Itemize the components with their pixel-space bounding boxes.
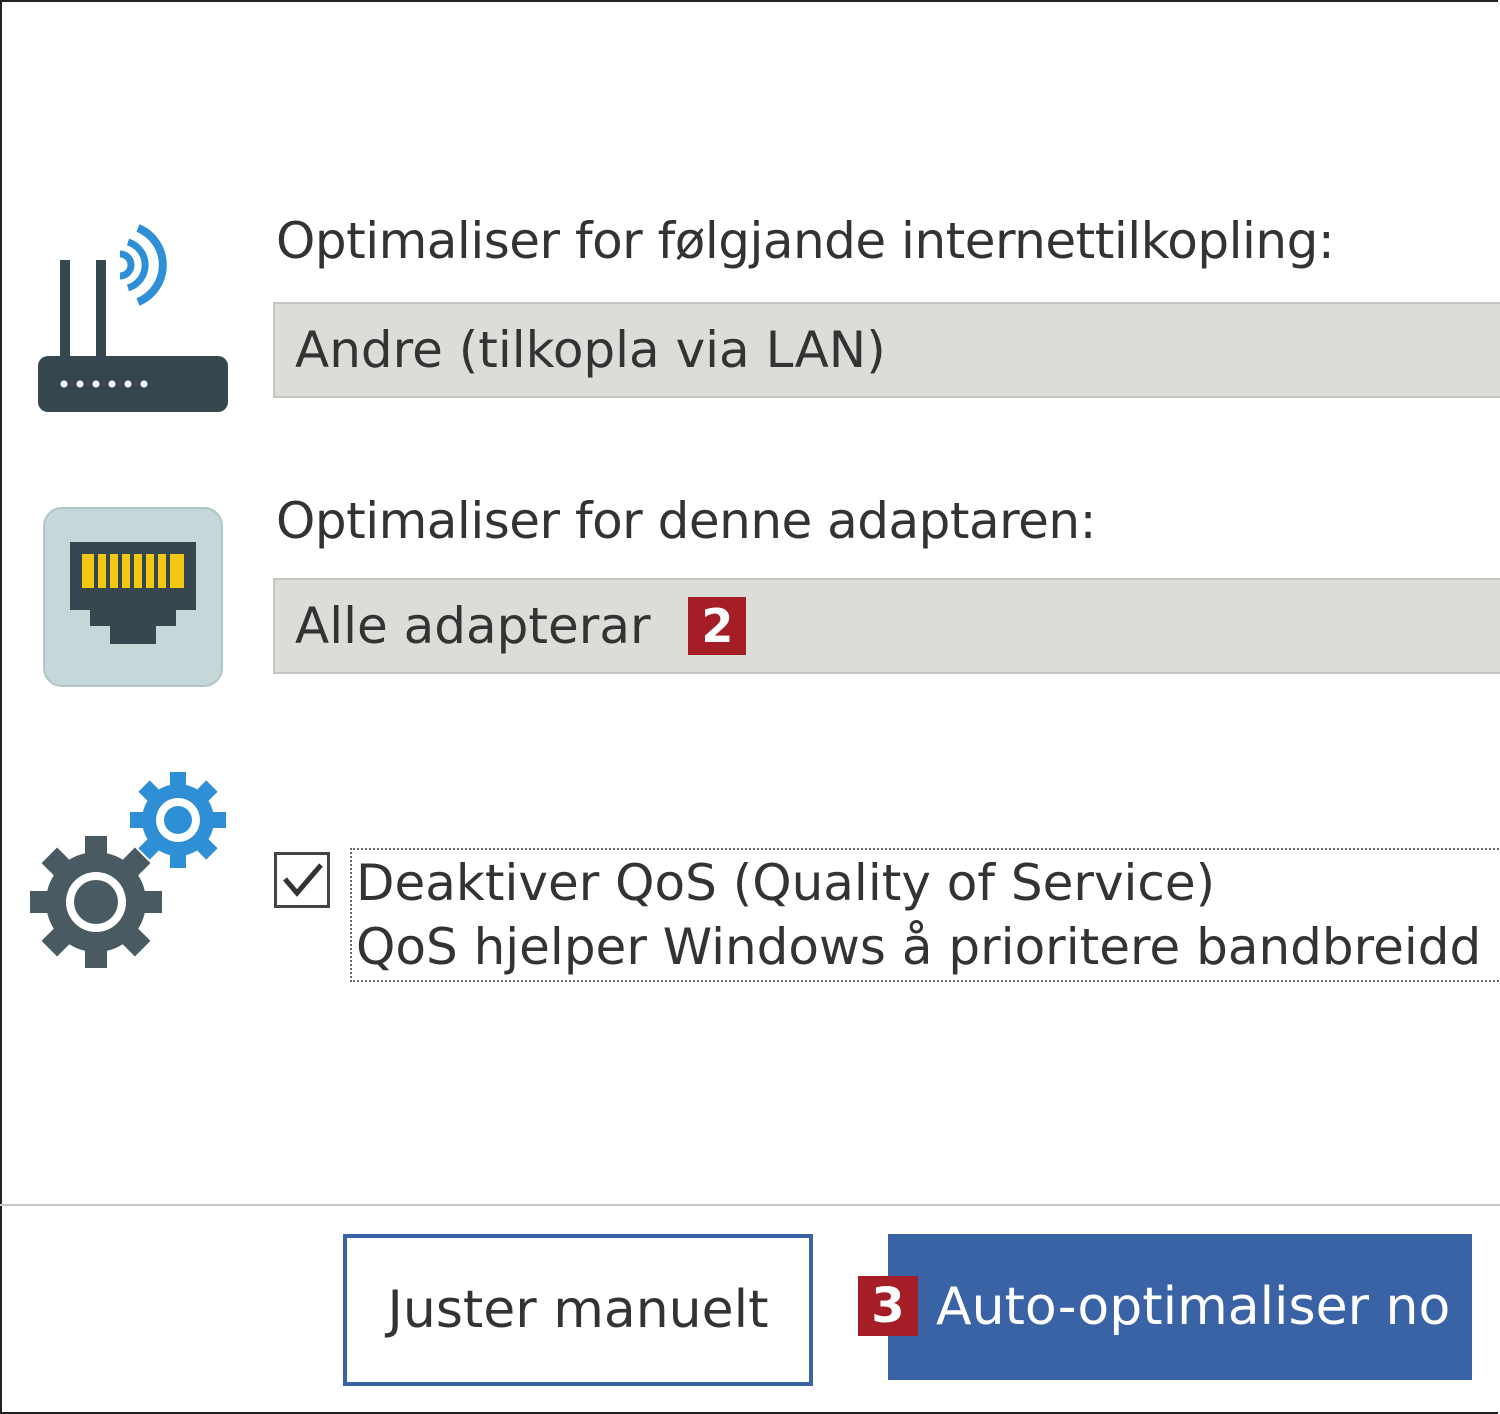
adapter-label: Optimaliser for denne adaptaren: <box>276 492 1096 550</box>
qos-option[interactable]: Deaktiver QoS (Quality of Service) QoS h… <box>350 848 1500 982</box>
footer-divider <box>0 1204 1500 1206</box>
qos-description: QoS hjelper Windows å prioritere bandbre… <box>356 918 1482 976</box>
manual-adjust-button[interactable]: Juster manuelt <box>343 1234 813 1386</box>
auto-optimize-label: Auto-optimaliser no <box>936 1277 1451 1337</box>
connection-label: Optimaliser for følgjande internettilkop… <box>276 212 1335 270</box>
step-badge-3: 3 <box>858 1276 918 1336</box>
connection-select[interactable]: Andre (tilkopla via LAN) <box>273 302 1500 398</box>
adapter-select[interactable]: Alle adapterar 2 <box>273 578 1500 674</box>
adapter-selected-value: Alle adapterar <box>295 597 651 655</box>
qos-title: Deaktiver QoS (Quality of Service) <box>356 854 1216 912</box>
qos-checkbox[interactable] <box>274 852 330 908</box>
router-icon <box>38 224 228 412</box>
connection-selected-value: Andre (tilkopla via LAN) <box>295 321 886 379</box>
ethernet-port-icon <box>43 507 223 687</box>
gears-icon <box>30 772 226 968</box>
step-badge: 2 <box>688 596 747 655</box>
checkmark-icon <box>283 863 323 897</box>
auto-optimize-button[interactable]: Auto-optimaliser no <box>888 1234 1472 1380</box>
